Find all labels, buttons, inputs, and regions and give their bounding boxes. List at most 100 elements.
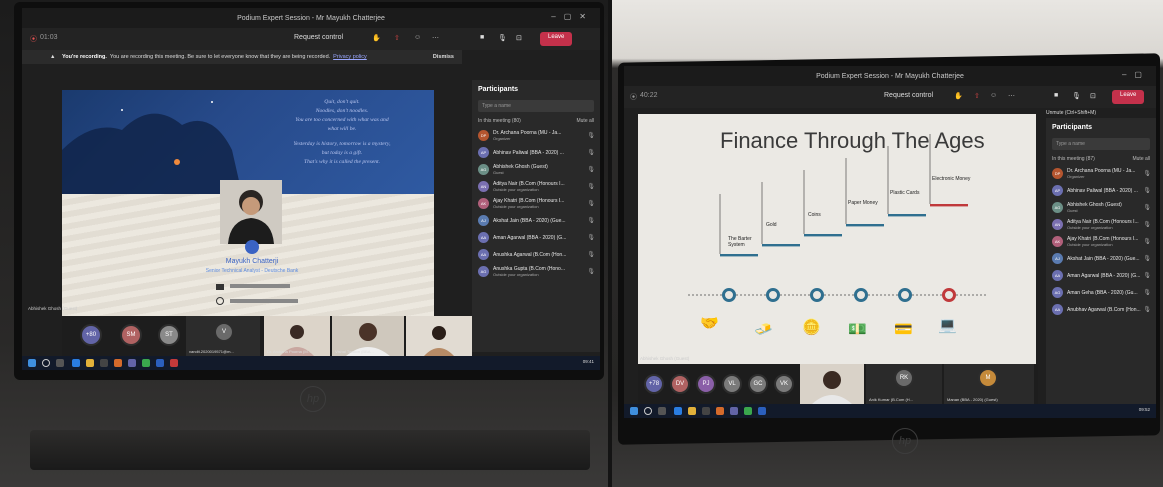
video-tile[interactable]: Dr. Archana Poorna (M... — [264, 316, 330, 356]
more-icon[interactable]: ⋯ — [432, 34, 439, 42]
mic-muted-icon[interactable]: 🎙 — [1143, 204, 1151, 211]
mic-muted-icon[interactable]: 🎙 — [1143, 187, 1151, 194]
participant-row[interactable]: DP Dr. Archana Poorna (MU - Ja... Organize… — [472, 127, 600, 144]
mute-all-button[interactable]: Mute all — [1132, 156, 1150, 162]
participant-row[interactable]: AP Abhinav Paliwal (BBA - 2020) ... 🎙 — [1046, 182, 1156, 199]
overflow-avatar[interactable]: +78 — [644, 374, 664, 394]
mic-muted-icon[interactable]: 🎙 — [587, 234, 595, 241]
participant-avatar[interactable]: DV — [670, 374, 690, 394]
mic-muted-icon[interactable]: 🎙 — [587, 132, 595, 139]
video-tile[interactable]: Vishal Tandon (BBA... — [332, 316, 404, 356]
participant-row[interactable]: AP Abhinav Paliwal (BBA - 2020) ... 🎙 — [472, 144, 600, 161]
participant-avatar[interactable]: PJ — [696, 374, 716, 394]
participant-row[interactable]: AG Abhishek Ghosh (Guest) Guest 🎙 — [472, 161, 600, 178]
raise-hand-icon[interactable]: ✋ — [954, 92, 963, 100]
task-view-icon[interactable] — [56, 359, 64, 367]
mic-muted-icon[interactable]: 🎙 — [587, 217, 595, 224]
task-view-icon[interactable] — [658, 407, 666, 415]
share-screen-icon[interactable]: ⊡ — [516, 34, 522, 42]
mic-muted-icon[interactable]: 🎙 — [587, 183, 595, 190]
teams-icon[interactable] — [730, 407, 738, 415]
mic-muted-icon[interactable]: 🎙 — [587, 149, 595, 156]
word-icon[interactable] — [758, 407, 766, 415]
word-icon[interactable] — [156, 359, 164, 367]
participant-avatar[interactable]: VK — [774, 374, 794, 394]
mic-icon[interactable]: 🎙 — [1072, 92, 1081, 100]
office-icon[interactable] — [716, 407, 724, 415]
participant-avatar[interactable]: ST — [158, 324, 180, 346]
participant-row[interactable]: AG Abhishek Ghosh (Guest) Guest 🎙 — [1046, 199, 1156, 216]
reactions-icon[interactable]: ☺ — [414, 34, 421, 41]
reactions-icon[interactable]: ☺ — [990, 92, 997, 99]
chrome-icon[interactable] — [744, 407, 752, 415]
participant-row[interactable]: AA Anushka Agarwal (B.Com (Hon... 🎙 — [472, 246, 600, 263]
share-icon[interactable]: ⇧ — [974, 92, 980, 100]
video-tile[interactable] — [406, 316, 472, 356]
app-icon[interactable] — [170, 359, 178, 367]
search-icon[interactable] — [42, 359, 50, 367]
overflow-avatar[interactable]: +80 — [80, 324, 102, 346]
participant-row[interactable]: AJ Akshat Jain (BBA - 2020) (Gue... 🎙 — [472, 212, 600, 229]
video-tile[interactable]: V vandit.2020019571@m... — [186, 316, 260, 356]
participant-row[interactable]: AA Anubhav Agarwal (B.Com (Hon... 🎙 — [1046, 301, 1156, 318]
leave-button[interactable]: Leave — [540, 32, 573, 46]
teams-icon[interactable] — [128, 359, 136, 367]
mic-muted-icon[interactable]: 🎙 — [1143, 289, 1151, 296]
store-icon[interactable] — [702, 407, 710, 415]
mic-muted-icon[interactable]: 🎙 — [1143, 255, 1151, 262]
mic-muted-icon[interactable]: 🎙 — [587, 166, 595, 173]
raise-hand-icon[interactable]: ✋ — [372, 34, 381, 42]
search-icon[interactable] — [644, 407, 652, 415]
dismiss-button[interactable]: Dismiss — [433, 54, 454, 60]
camera-icon[interactable]: ■ — [480, 34, 484, 41]
participant-avatar[interactable]: VL — [722, 374, 742, 394]
office-icon[interactable] — [114, 359, 122, 367]
window-controls[interactable]: –▢✕ — [551, 12, 594, 21]
mic-muted-icon[interactable]: 🎙 — [1143, 306, 1151, 313]
participant-avatar[interactable]: GC — [748, 374, 768, 394]
mic-muted-icon[interactable]: 🎙 — [587, 200, 595, 207]
mic-icon[interactable]: 🎙 — [498, 34, 507, 42]
share-screen-icon[interactable]: ⊡ — [1090, 92, 1096, 100]
participant-row[interactable]: AJ Akshat Jain (BBA - 2020) (Gue... 🎙 — [1046, 250, 1156, 267]
chrome-icon[interactable] — [142, 359, 150, 367]
edge-icon[interactable] — [674, 407, 682, 415]
participant-row[interactable]: AA Aman Agarwal (BBA - 2020) (G... 🎙 — [472, 229, 600, 246]
participant-row[interactable]: DP Dr. Archana Poorna (MU - Ja... Organize… — [1046, 165, 1156, 182]
participant-row[interactable]: AA Aman Agarwal (BBA - 2020) (G... 🎙 — [1046, 267, 1156, 284]
request-control-button[interactable]: Request control — [884, 92, 933, 99]
participant-role: Outside your organization — [1067, 225, 1113, 230]
participant-search-input[interactable]: Type a name — [1052, 138, 1150, 150]
participant-row[interactable]: AG Aman Geha (BBA - 2020) (Gu... 🎙 — [1046, 284, 1156, 301]
edge-icon[interactable] — [72, 359, 80, 367]
video-tile[interactable]: M Manan (BBA - 2020) (Guest) — [944, 364, 1034, 404]
camera-icon[interactable]: ■ — [1054, 92, 1058, 99]
folder-icon[interactable] — [86, 359, 94, 367]
window-controls[interactable]: –▢ — [1122, 70, 1150, 79]
privacy-policy-link[interactable]: Privacy policy — [333, 54, 367, 60]
mute-all-button[interactable]: Mute all — [576, 118, 594, 124]
mic-muted-icon[interactable]: 🎙 — [1143, 221, 1151, 228]
participant-avatar[interactable]: SM — [120, 324, 142, 346]
mic-muted-icon[interactable]: 🎙 — [1143, 238, 1151, 245]
request-control-button[interactable]: Request control — [294, 34, 343, 41]
start-icon[interactable] — [28, 359, 36, 367]
more-icon[interactable]: ⋯ — [1008, 92, 1015, 100]
video-tile[interactable] — [800, 364, 864, 404]
mic-muted-icon[interactable]: 🎙 — [587, 251, 595, 258]
folder-icon[interactable] — [688, 407, 696, 415]
video-tile[interactable]: RK Anik Kumar (B.Com (H... — [866, 364, 942, 404]
mic-muted-icon[interactable]: 🎙 — [1143, 170, 1151, 177]
participant-row[interactable]: AK Ajay Khatri (B.Com (Honours I... Outsid… — [1046, 233, 1156, 250]
participant-row[interactable]: AN Aditya Nair (B.Com (Honours I... Outsid… — [1046, 216, 1156, 233]
mic-muted-icon[interactable]: 🎙 — [1143, 272, 1151, 279]
mic-muted-icon[interactable]: 🎙 — [587, 268, 595, 275]
share-icon[interactable]: ⇧ — [394, 34, 400, 42]
start-icon[interactable] — [630, 407, 638, 415]
participant-row[interactable]: AK Ajay Khatri (B.Com (Honours I... Outsid… — [472, 195, 600, 212]
store-icon[interactable] — [100, 359, 108, 367]
participant-row[interactable]: AN Aditya Nair (B.Com (Honours I... Outsid… — [472, 178, 600, 195]
participant-search-input[interactable]: Type a name — [478, 100, 594, 112]
leave-button[interactable]: Leave — [1112, 90, 1145, 104]
participant-row[interactable]: AG Anushka Gupta (B.Com (Hono... Outside y… — [472, 263, 600, 280]
